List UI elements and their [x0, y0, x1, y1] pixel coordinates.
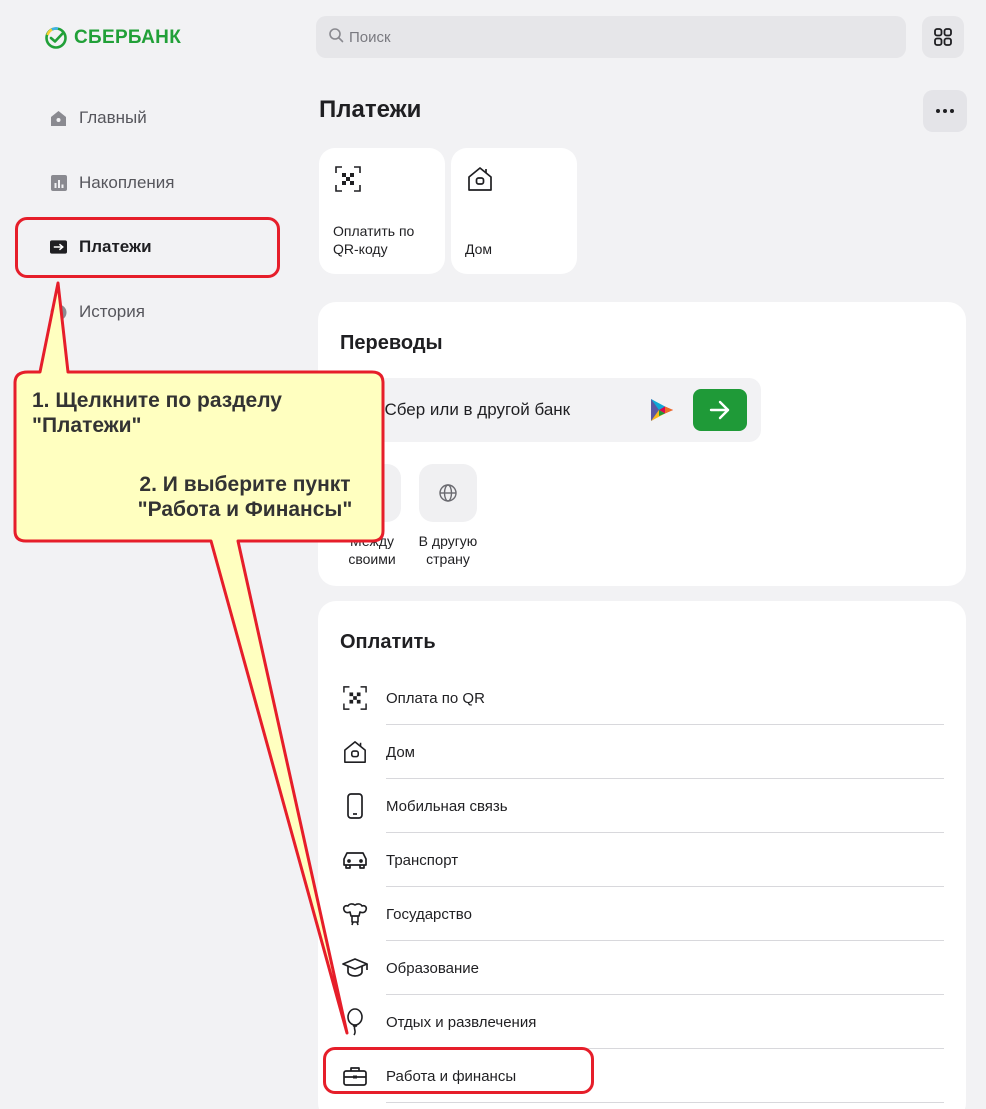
car-icon: [340, 845, 370, 875]
annotation-step-2: 2. И выберите пункт "Работа и Финансы": [137, 473, 353, 521]
between-own-label: Между своими: [348, 533, 396, 567]
home-icon: [50, 110, 67, 127]
pay-title: Оплатить: [340, 631, 436, 653]
qr-pay-tile[interactable]: Оплатить по QR-коду: [319, 148, 445, 274]
pay-item-leisure[interactable]: Отдых и развлечения: [340, 995, 944, 1049]
home-tile[interactable]: Дом: [451, 148, 577, 274]
sidebar-item-label: Накопления: [79, 173, 175, 192]
pay-list: Оплата по QR Дом Мобильная связь Транспо…: [340, 671, 944, 1103]
grid-icon: [934, 28, 952, 46]
annotation-step-1: 1. Щелкните по разделу "Платежи": [32, 389, 282, 437]
divider: [386, 1102, 944, 1103]
search-input[interactable]: [349, 28, 869, 46]
globe-icon: [439, 484, 457, 502]
pay-item-label: Транспорт: [386, 851, 459, 869]
pay-item-qr[interactable]: Оплата по QR: [340, 671, 944, 725]
transfer-recipient-field[interactable]: На Сбер или в другой банк: [340, 378, 761, 442]
emblem-icon: [340, 899, 370, 929]
house-icon: [467, 166, 493, 197]
pay-item-transport[interactable]: Транспорт: [340, 833, 944, 887]
balloon-icon: [340, 1007, 370, 1037]
phone-icon: [340, 791, 370, 821]
pay-item-government[interactable]: Государство: [340, 887, 944, 941]
house-icon: [340, 737, 370, 767]
sbp-logo-icon: [649, 397, 675, 428]
more-dots-icon: [936, 109, 954, 113]
other-country-button[interactable]: [419, 464, 477, 522]
sidebar-item-label: Главный: [79, 108, 147, 127]
qr-icon: [335, 166, 361, 197]
pay-item-label: Образование: [386, 959, 479, 977]
pay-item-label: Государство: [386, 905, 472, 923]
graduation-cap-icon: [340, 953, 370, 983]
history-icon: [50, 304, 67, 321]
search-bar[interactable]: [316, 16, 906, 58]
pay-item-home[interactable]: Дом: [340, 725, 944, 779]
transfers-title: Переводы: [340, 332, 443, 354]
sidebar-item-main[interactable]: Главный: [50, 106, 147, 130]
other-country-label: В другую страну: [418, 533, 478, 567]
pay-card: Оплатить Оплата по QR Дом Мобильная связ…: [318, 601, 966, 1109]
chart-icon: [50, 175, 67, 192]
sber-logo-icon: [45, 27, 67, 49]
pay-item-label: Дом: [386, 743, 415, 761]
transfers-card: Переводы На Сбер или в другой банк Между…: [318, 302, 966, 586]
qr-icon: [340, 683, 370, 713]
payments-highlight: [15, 217, 280, 278]
arrow-right-icon: [709, 400, 730, 420]
pay-item-mobile[interactable]: Мобильная связь: [340, 779, 944, 833]
sidebar-item-history[interactable]: История: [50, 300, 145, 324]
apps-grid-button[interactable]: [922, 16, 964, 58]
pay-item-education[interactable]: Образование: [340, 941, 944, 995]
logo-text: СБЕРБАНК: [74, 27, 182, 48]
tile-label: Дом: [465, 241, 493, 257]
work-finance-highlight: [323, 1047, 594, 1094]
tile-label: Оплатить по QR-коду: [333, 223, 415, 257]
sberbank-logo[interactable]: СБЕРБАНК: [44, 24, 181, 52]
pay-item-label: Отдых и развлечения: [386, 1013, 537, 1031]
more-options-button[interactable]: [923, 90, 967, 132]
page-title: Платежи: [319, 96, 422, 123]
pay-item-label: Оплата по QR: [386, 689, 485, 707]
sidebar-item-savings[interactable]: Накопления: [50, 171, 174, 195]
sidebar-item-label: История: [79, 302, 145, 321]
pay-item-label: Мобильная связь: [386, 797, 508, 815]
transfer-go-button[interactable]: [693, 389, 747, 431]
search-icon: [328, 27, 344, 48]
